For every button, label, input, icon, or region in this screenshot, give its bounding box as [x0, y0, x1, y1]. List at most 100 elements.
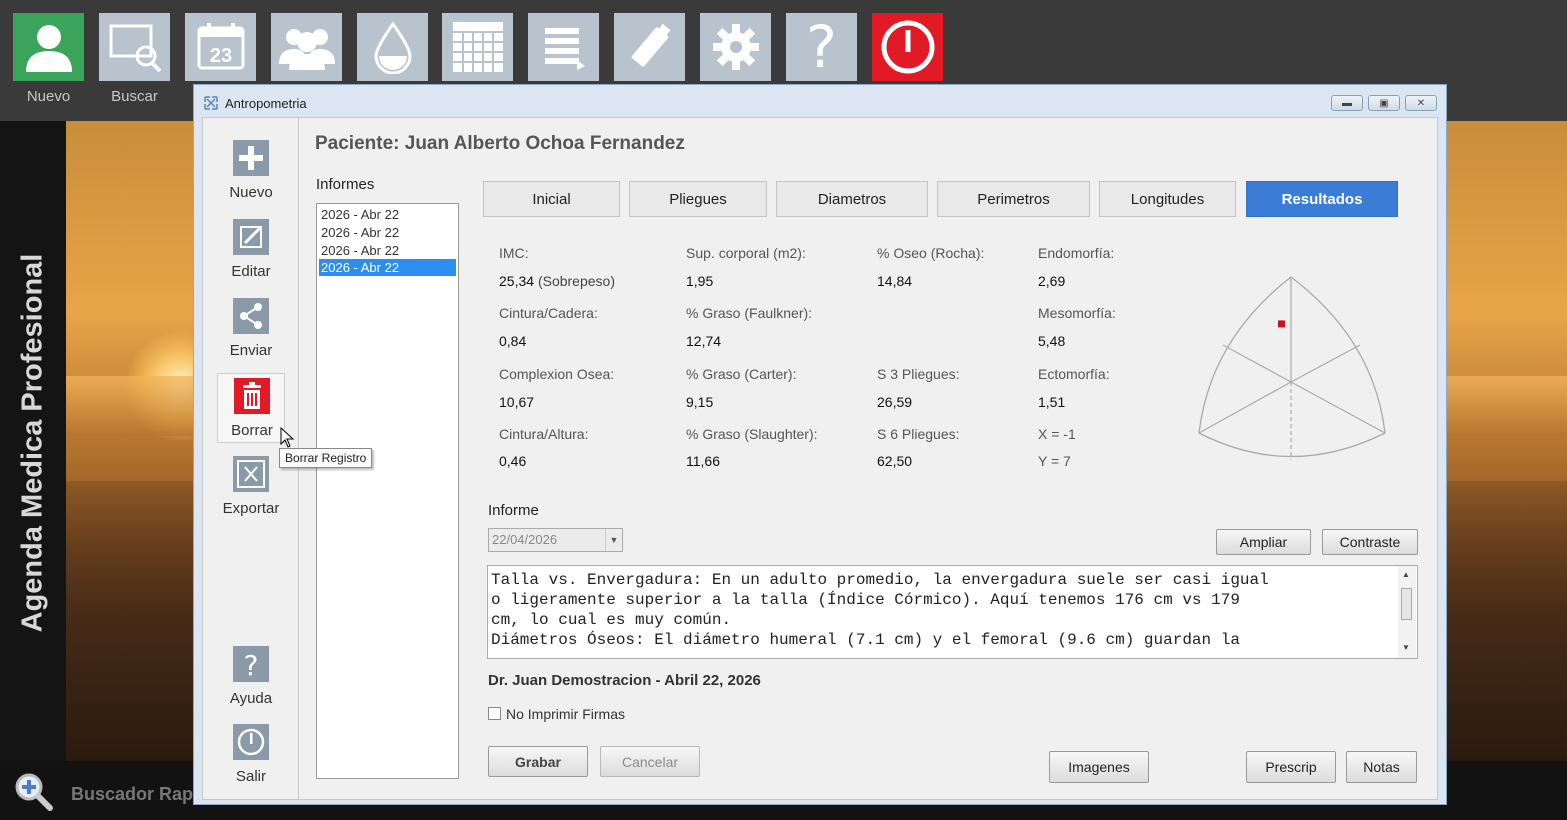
- graso-faulkner-label: % Graso (Faulkner):: [686, 305, 813, 321]
- help-icon: ?: [233, 646, 269, 682]
- tooltip: Borrar Registro: [279, 448, 373, 468]
- list-button[interactable]: [528, 13, 599, 81]
- informe-date-value: 22/04/2026: [492, 532, 558, 547]
- sidebar-new-button[interactable]: Nuevo: [217, 136, 285, 206]
- close-button[interactable]: ✕: [1405, 95, 1437, 111]
- list-item[interactable]: 2026 - Abr 22: [319, 224, 456, 241]
- meso-label: Mesomorfía:: [1038, 305, 1116, 321]
- tab-perimetros[interactable]: Perimetros: [937, 181, 1090, 217]
- contraste-button[interactable]: Contraste: [1322, 529, 1418, 555]
- list-item[interactable]: 2026 - Abr 22: [319, 242, 456, 259]
- list-item[interactable]: 2026 - Abr 22: [319, 206, 456, 223]
- cintura-altura-value: 0,46: [499, 453, 527, 469]
- graso-faulkner-value: 12,74: [686, 333, 722, 349]
- sidebar-exit-label: Salir: [235, 768, 266, 785]
- search-label: Buscar: [111, 88, 158, 105]
- user-icon: [25, 25, 72, 72]
- sidebar-send-button[interactable]: Enviar: [217, 294, 285, 364]
- tab-resultados[interactable]: Resultados: [1246, 181, 1398, 217]
- power-icon: [881, 20, 934, 74]
- close-icon: ✕: [1416, 97, 1426, 109]
- scroll-thumb[interactable]: [1401, 588, 1412, 620]
- sidebar-delete-label: Borrar: [231, 422, 273, 439]
- grid-icon: [452, 22, 503, 72]
- sidebar-export-label: Exportar: [222, 500, 280, 517]
- sidebar-send-label: Enviar: [229, 342, 273, 359]
- informes-list[interactable]: 2026 - Abr 22 2026 - Abr 22 2026 - Abr 2…: [316, 203, 459, 779]
- share-icon: [233, 298, 269, 334]
- tab-inicial[interactable]: Inicial: [483, 181, 620, 217]
- somatochart-axis-left: [1198, 381, 1292, 434]
- quick-search-input[interactable]: Buscador Rap: [71, 784, 193, 805]
- signer-text: Dr. Juan Demostracion - Abril 22, 2026: [488, 672, 761, 689]
- meso-value: 5,48: [1038, 333, 1066, 349]
- help-button[interactable]: ?: [786, 13, 857, 81]
- informe-scrollbar[interactable]: ▲ ▼: [1398, 566, 1416, 658]
- new-patient-button[interactable]: [13, 13, 84, 81]
- sidebar-export-button[interactable]: Exportar: [217, 452, 285, 522]
- no-imprimir-checkbox[interactable]: [488, 707, 501, 720]
- tab-longitudes[interactable]: Longitudes: [1099, 181, 1236, 217]
- imc-number: 25,34: [499, 273, 535, 289]
- sidebar-delete-button[interactable]: Borrar: [217, 373, 285, 443]
- prescrip-button[interactable]: Prescrip: [1246, 751, 1336, 783]
- s3-label: S 3 Pliegues:: [877, 366, 960, 382]
- search-button[interactable]: [99, 13, 170, 81]
- app-title: Agenda Medica Profesional: [16, 253, 49, 633]
- settings-button[interactable]: [700, 13, 771, 81]
- mouse-cursor-icon: [280, 427, 295, 448]
- imc-label: IMC:: [499, 245, 529, 261]
- calendar-button[interactable]: 23: [185, 13, 256, 81]
- imagenes-button[interactable]: Imagenes: [1049, 751, 1149, 783]
- search-screen-icon: [109, 24, 161, 73]
- tab-diametros[interactable]: Diametros: [776, 181, 928, 217]
- chevron-down-icon[interactable]: ▼: [605, 529, 622, 551]
- cintura-cadera-value: 0,84: [499, 333, 527, 349]
- imc-value: 25,34 (Sobrepeso): [499, 273, 615, 289]
- notas-button[interactable]: Notas: [1346, 751, 1417, 783]
- maximize-button[interactable]: ▣: [1368, 95, 1400, 111]
- usb-button[interactable]: [614, 13, 685, 81]
- somatochart-line-ul: [1222, 344, 1292, 383]
- patients-button[interactable]: [271, 13, 342, 81]
- gear-icon: [712, 24, 759, 70]
- minimize-button[interactable]: ▬: [1331, 95, 1363, 111]
- informe-textarea[interactable]: Talla vs. Envergadura: En un adulto prom…: [487, 565, 1418, 659]
- somatochart-axis-right: [1290, 381, 1386, 434]
- window-titlebar: Antropometria ▬ ▣ ✕: [194, 85, 1446, 117]
- cintura-altura-label: Cintura/Altura:: [499, 426, 589, 442]
- somatochart: [1198, 276, 1386, 460]
- edit-icon: [233, 219, 269, 255]
- informe-date-picker[interactable]: 22/04/2026 ▼: [488, 528, 623, 552]
- exit-button[interactable]: [872, 13, 943, 81]
- list-item-selected[interactable]: 2026 - Abr 22: [319, 259, 456, 276]
- imc-note: (Sobrepeso): [537, 273, 615, 289]
- sidebar-exit-button[interactable]: Salir: [217, 720, 285, 790]
- scroll-up-icon[interactable]: ▲: [1402, 570, 1410, 579]
- scroll-down-icon[interactable]: ▼: [1402, 643, 1410, 652]
- sidebar-new-label: Nuevo: [229, 184, 273, 201]
- x-value: X = -1: [1038, 426, 1076, 442]
- calendar-day: 23: [209, 45, 231, 67]
- s3-value: 26,59: [877, 394, 913, 410]
- usb-icon: [631, 23, 671, 67]
- zoom-search-icon[interactable]: [12, 770, 54, 812]
- somatotype-point: [1278, 320, 1285, 328]
- cancelar-button[interactable]: Cancelar: [600, 746, 700, 777]
- sidebar-edit-button[interactable]: Editar: [217, 215, 285, 285]
- no-imprimir-label: No Imprimir Firmas: [506, 706, 625, 722]
- minimize-icon: ▬: [1342, 97, 1352, 109]
- svg-text:?: ?: [244, 649, 259, 682]
- grid-button[interactable]: [442, 13, 513, 81]
- grabar-button[interactable]: Grabar: [488, 746, 588, 777]
- cintura-cadera-label: Cintura/Cadera:: [499, 305, 598, 321]
- informe-label: Informe: [488, 502, 539, 519]
- sidebar-help-button[interactable]: ? Ayuda: [217, 642, 285, 712]
- somatochart-outline: [1198, 276, 1386, 458]
- users-icon: [278, 29, 335, 70]
- drop-button[interactable]: [357, 13, 428, 81]
- tab-pliegues[interactable]: Pliegues: [629, 181, 767, 217]
- power-icon: [233, 724, 269, 760]
- sidebar-help-label: Ayuda: [229, 690, 273, 707]
- ampliar-button[interactable]: Ampliar: [1216, 529, 1311, 555]
